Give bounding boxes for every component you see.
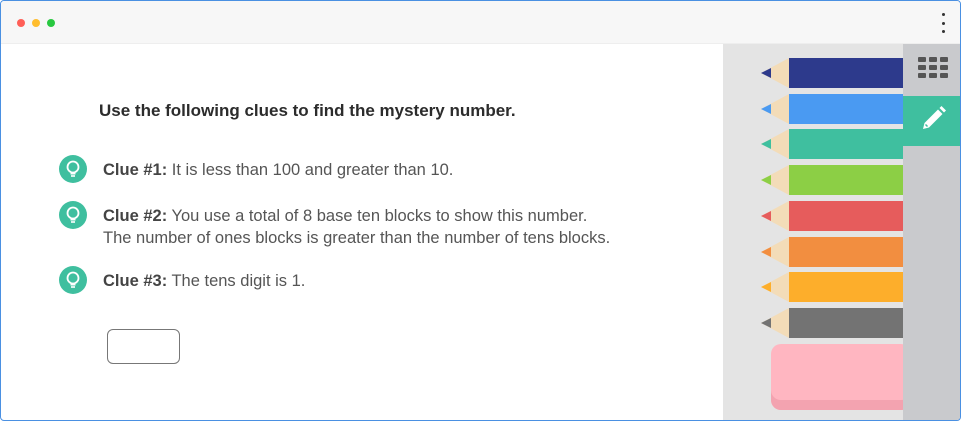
clue-2: Clue #2: You use a total of 8 base ten b… [59,201,610,249]
drawing-tray [723,44,911,420]
pencil-lead [761,68,771,78]
pencil-body [789,236,903,267]
colored-pencil[interactable] [761,129,903,160]
clue-body: The tens digit is 1. [167,272,306,290]
app-window: Use the following clues to find the myst… [0,0,961,421]
lightbulb-icon [59,266,87,294]
clue-label: Clue #2: [103,207,168,225]
pencil-body [789,200,903,231]
pencil-body [789,307,903,338]
lightbulb-icon [59,201,87,229]
eraser-tool[interactable] [771,344,911,410]
clue-1: Clue #1: It is less than 100 and greater… [59,155,453,183]
clue-body-line-2: The number of ones blocks is greater tha… [103,229,611,247]
minimize-window-button[interactable] [32,19,40,27]
pencil-lead [761,246,771,257]
lightbulb-icon [59,155,87,183]
clue-label: Clue #1: [103,161,168,179]
colored-pencil[interactable] [761,200,903,231]
pencil-body [789,129,903,160]
pencil-lead [761,175,771,186]
clue-text: Clue #1: It is less than 100 and greater… [103,159,453,181]
question-panel: Use the following clues to find the myst… [1,44,723,420]
pencil-body [789,93,903,124]
colored-pencil[interactable] [761,272,903,303]
clue-3: Clue #3: The tens digit is 1. [59,266,305,294]
tool-sidebar [903,44,960,420]
clue-label: Clue #3: [103,272,168,290]
pencil-lead [761,103,771,114]
answer-input[interactable] [107,329,180,364]
pencil-lead [761,282,771,293]
question-prompt: Use the following clues to find the myst… [99,101,516,120]
keypad-grid-icon [917,56,948,84]
maximize-window-button[interactable] [47,19,55,27]
colored-pencil[interactable] [761,165,903,196]
colored-pencil[interactable] [761,236,903,267]
pencil-body [789,58,903,88]
clue-body: You use a total of 8 base ten blocks to … [167,207,588,225]
keypad-tool-button[interactable] [903,44,960,96]
clue-body: It is less than 100 and greater than 10. [167,161,454,179]
pencil-lead [761,317,771,328]
close-window-button[interactable] [17,19,25,27]
title-bar [1,1,960,44]
pencil-lead [761,210,771,221]
pencil-icon [919,105,947,138]
kebab-vertical-icon[interactable] [940,13,946,33]
clue-text: Clue #2: You use a total of 8 base ten b… [103,205,610,249]
pencil-body [789,272,903,303]
pencil-body [789,165,903,196]
colored-pencil[interactable] [761,93,903,124]
colored-pencil[interactable] [761,58,903,88]
colored-pencil[interactable] [761,307,903,338]
pencil-lead [761,139,771,150]
clue-text: Clue #3: The tens digit is 1. [103,270,305,292]
pencil-tool-button[interactable] [903,96,960,146]
